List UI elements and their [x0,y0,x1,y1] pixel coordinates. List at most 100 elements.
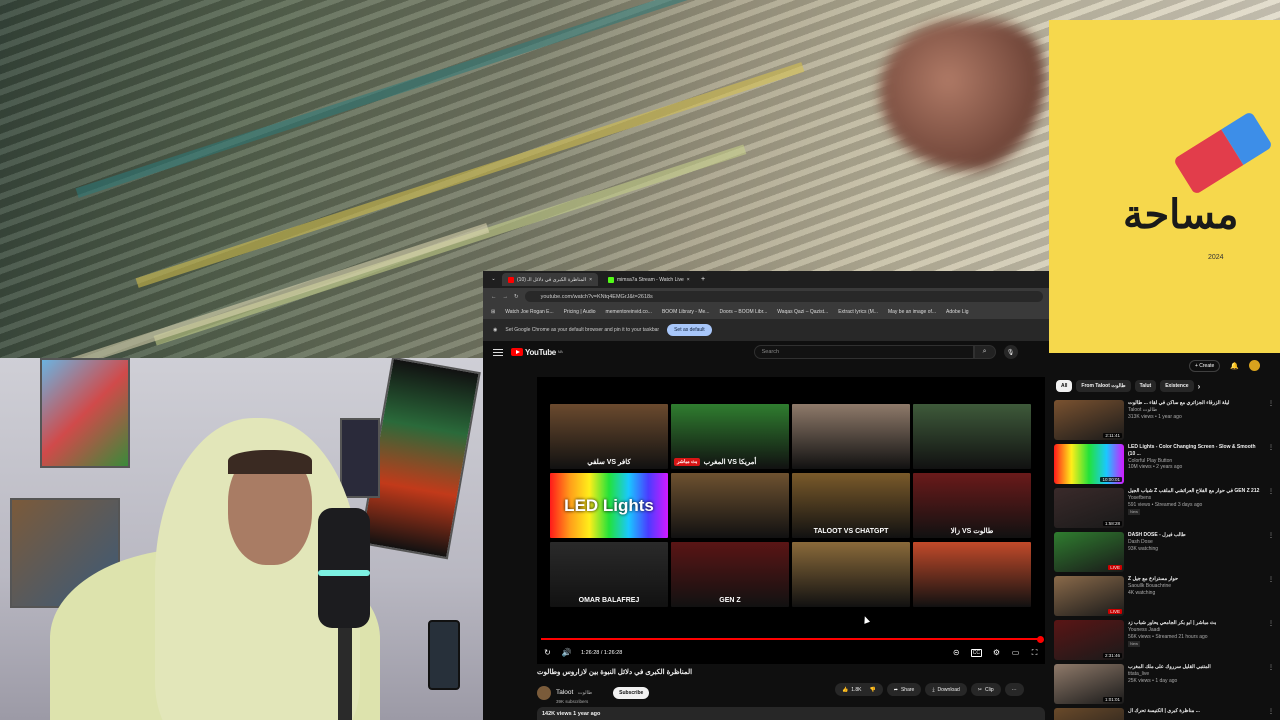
settings-gear-icon[interactable]: ⚙ [992,649,1001,658]
duration-badge: 2:31:46 [1102,653,1122,658]
more-options-icon[interactable]: ⋮ [1268,444,1274,452]
more-options-icon[interactable]: ⋮ [1268,664,1274,672]
account-avatar[interactable] [1249,360,1260,371]
captions-button[interactable]: CC [970,649,982,657]
more-options-icon[interactable]: ⋮ [1268,532,1274,540]
new-tab-button[interactable]: + [701,276,705,283]
video-title: المناظرة الكبرى في دلائل النبوة بين لازا… [537,669,693,676]
thumbs-down-icon[interactable]: 👎 [870,687,876,693]
recommendation-thumbnail[interactable]: 1:58:28 [1054,488,1124,528]
recommendation-item[interactable]: 1:58:28 شباب الجيل Z في حوار مع الفلاح ال… [1054,488,1276,528]
more-options-icon[interactable]: ⋮ [1268,576,1274,584]
bookmark[interactable]: Waqas Qazi – Qazist... [777,309,828,315]
back-icon[interactable]: ← [491,294,497,300]
recommendation-channel: Dash Dose [1128,538,1153,545]
more-options-icon[interactable]: ⋮ [1268,488,1274,496]
more-options-icon[interactable]: ⋮ [1268,708,1274,716]
apps-icon[interactable]: ⊞ [491,309,495,315]
volume-icon[interactable]: 🔊 [562,649,572,658]
share-button[interactable]: ➦ Share [886,683,922,696]
recommendation-item[interactable]: 2:11:41 ليلة الزرقاء الجزائري مع ساكن في … [1054,400,1276,440]
recommendation-channel: Taloot طالوت [1128,406,1158,413]
more-actions-button[interactable]: ··· [1004,683,1024,696]
video-player[interactable]: سلفي VS كافر المغرب VS أمريكا بث مباشر LED … [537,377,1045,664]
filter-chip[interactable]: From Taloot طالوت [1076,380,1131,392]
create-button[interactable]: + Create [1188,359,1221,372]
like-button[interactable]: 👍 1.8K 👎 [835,683,883,696]
clip-button[interactable]: ✂ Clip [970,683,1001,696]
replay-icon[interactable]: ↻ [543,649,552,658]
chevron-right-icon[interactable]: › [1198,382,1201,391]
fullscreen-icon[interactable]: ⛶ [1030,649,1039,658]
search-button[interactable]: ⌕ [973,345,996,359]
address-field[interactable]: youtube.com/watch?v=KNtq4EMGrJ&t=2618s [524,291,1043,302]
tab-label: (10) المناظرة الكبرى في دلائل الـ [517,276,587,283]
channel-row: Taloot طالوت 39K subscribers Subscribe [537,681,650,704]
top-right-actions: + Create 🔔 [1049,353,1280,378]
tab-youtube[interactable]: (10) المناظرة الكبرى في دلائل الـ × [502,273,598,286]
progress-bar[interactable] [541,635,1044,643]
chevron-down-icon[interactable]: ⌄ [489,275,498,284]
download-icon: ⤓ [932,686,935,693]
filter-chip[interactable]: Existence [1160,380,1194,392]
bookmark[interactable]: Doors – BOOM Libr... [719,309,767,315]
download-button[interactable]: ⤓ Download [925,683,967,696]
recommendation-thumbnail[interactable] [1054,708,1124,720]
wall-poster [40,358,130,468]
bookmark[interactable]: May be an image of... [888,309,936,315]
notifications-bell-icon[interactable]: 🔔 [1230,362,1239,370]
chrome-icon: ◉ [493,327,498,333]
bookmark[interactable]: BOOM Library - Me... [662,309,710,315]
recommendation-channel: Yosefbens [1128,494,1152,501]
recommendation-thumbnail[interactable]: 2:31:46 [1054,620,1124,660]
recommendation-item[interactable]: 10:00:01 LED Lights - Color Changing Scre… [1054,444,1276,484]
bookmark[interactable]: mementoreinvid.co... [606,309,652,315]
person-hair [228,450,312,474]
recommendation-thumbnail[interactable]: 10:00:01 [1054,444,1124,484]
recommendation-thumbnail[interactable]: 2:11:41 [1054,400,1124,440]
recommendation-item[interactable]: LIVE DASH DOSE - طالب فيرل Dash Dose 93K wa… [1054,532,1276,572]
more-options-icon[interactable]: ⋮ [1268,400,1274,408]
close-icon[interactable]: × [687,277,690,283]
scrubber-handle[interactable] [1037,635,1044,643]
recommendation-item[interactable]: LIVE Z حوار مسترادخ مع جيل Saoullk Bouachr… [1054,576,1276,616]
subscriber-count: 39K subscribers [556,699,589,704]
tab-kick[interactable]: mimsa7a Stream - Watch Live × [602,273,697,286]
duration-badge: 2:11:41 [1103,433,1122,438]
recommendation-thumbnail[interactable]: LIVE [1054,532,1124,572]
channel-name[interactable]: Taloot [556,689,573,696]
filter-chip[interactable]: Talut [1134,380,1157,392]
description-box[interactable]: 142K views 1 year ago [537,707,1045,720]
bookmark[interactable]: Adobe Lig [946,309,969,315]
menu-icon[interactable] [493,348,503,356]
set-default-button[interactable]: Set as default [667,324,712,336]
search-input[interactable]: Search [753,345,974,359]
autoplay-toggle-icon[interactable]: ⊝ [952,649,961,658]
recommendation-thumbnail[interactable]: 1:01:01 [1054,664,1124,704]
recommendation-item[interactable]: 1:01:01 المتنبي القليل سرروك على ملك المغ… [1054,664,1276,704]
recommendation-item[interactable]: مناظرة كبرى | الكنيسة تحرك ال ... ⋮ [1054,708,1276,720]
region-code: MA [557,350,563,354]
bookmark[interactable]: Watch Joe Rogan E... [505,309,553,315]
forward-icon[interactable]: → [503,294,509,300]
close-icon[interactable]: × [589,277,592,283]
kick-favicon-icon [608,276,614,283]
more-options-icon[interactable]: ⋮ [1268,620,1274,628]
filter-chip[interactable]: All [1056,380,1073,392]
youtube-logo[interactable]: YouTube MA [511,348,563,357]
recommendation-thumbnail[interactable]: LIVE [1054,576,1124,616]
theater-mode-icon[interactable]: ▭ [1011,649,1020,658]
subscribe-button[interactable]: Subscribe [613,686,650,699]
voice-search-button[interactable]: 🎙 [1003,345,1018,359]
channel-avatar[interactable] [537,685,551,700]
clip-label: Clip [984,686,994,693]
bookmark[interactable]: Extract lyrics (M... [838,309,878,315]
mosaic-cell-label: GEN Z [719,597,741,604]
reload-icon[interactable]: ↻ [514,294,519,300]
recommendation-title: المتنبي القليل سرروك على ملك المغرب [1128,664,1211,670]
bookmark[interactable]: Pricing | Audio [564,309,596,315]
recommendation-item[interactable]: 2:31:46 بث مباشر | أبو بكر الجامعي يحاور … [1054,620,1276,660]
mosaic-cell-label: OMAR BALAFREJ [578,597,640,604]
filter-chips: All From Taloot طالوت Talut Existence › [1049,378,1280,394]
default-browser-notice: ◉ Set Google Chrome as your default brow… [483,319,1049,341]
